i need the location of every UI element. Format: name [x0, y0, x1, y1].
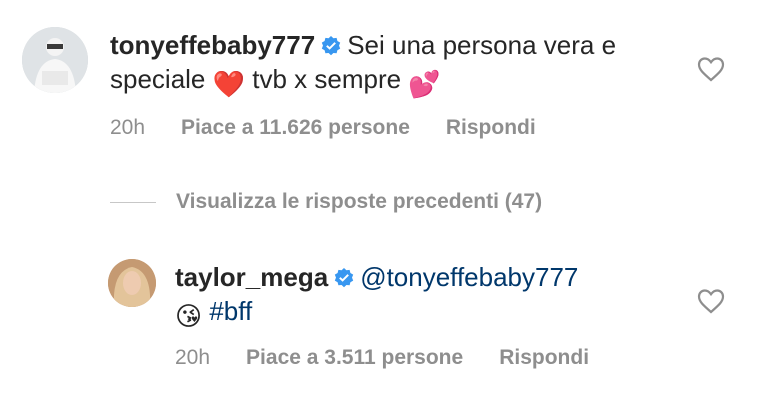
- timestamp: 20h: [175, 346, 211, 369]
- comment-meta: 20h Piace a 3.511 persone Rispondi: [175, 346, 625, 370]
- verified-badge-icon: [321, 36, 341, 56]
- username[interactable]: taylor_mega: [175, 262, 328, 292]
- view-replies-label: Visualizza le risposte precedenti (47): [176, 190, 543, 213]
- likes-count[interactable]: Piace a 3.511 persone: [246, 346, 463, 369]
- comment-body: taylor_mega @tonyeffebaby777 😘 #bff: [175, 260, 675, 333]
- comment-text-2: tvb x sempre: [252, 64, 402, 94]
- avatar-image: [22, 27, 88, 93]
- reply-button[interactable]: Rispondi: [446, 116, 536, 139]
- comment-body: tonyeffebaby777 Sei una persona vera e sp…: [110, 28, 670, 101]
- kiss-emoji: 😘: [175, 301, 203, 331]
- heart-outline-icon[interactable]: [697, 56, 725, 82]
- reply-button[interactable]: Rispondi: [499, 346, 589, 369]
- avatar[interactable]: [22, 27, 88, 93]
- mention-link[interactable]: @tonyeffebaby777: [360, 262, 578, 292]
- hashtag-link[interactable]: #bff: [209, 296, 252, 326]
- comment-meta: 20h Piace a 11.626 persone Rispondi: [110, 116, 572, 140]
- timestamp: 20h: [110, 116, 146, 139]
- divider-line: [110, 201, 156, 203]
- avatar[interactable]: [108, 259, 156, 307]
- view-previous-replies[interactable]: Visualizza le risposte precedenti (47): [110, 187, 542, 217]
- avatar-image: [108, 259, 156, 307]
- username[interactable]: tonyeffebaby777: [110, 30, 315, 60]
- red-heart-emoji: ❤️: [212, 69, 246, 99]
- likes-count[interactable]: Piace a 11.626 persone: [181, 116, 410, 139]
- heart-outline-icon[interactable]: [697, 288, 725, 314]
- two-hearts-emoji: 💕: [408, 69, 441, 99]
- verified-badge-icon: [334, 268, 354, 288]
